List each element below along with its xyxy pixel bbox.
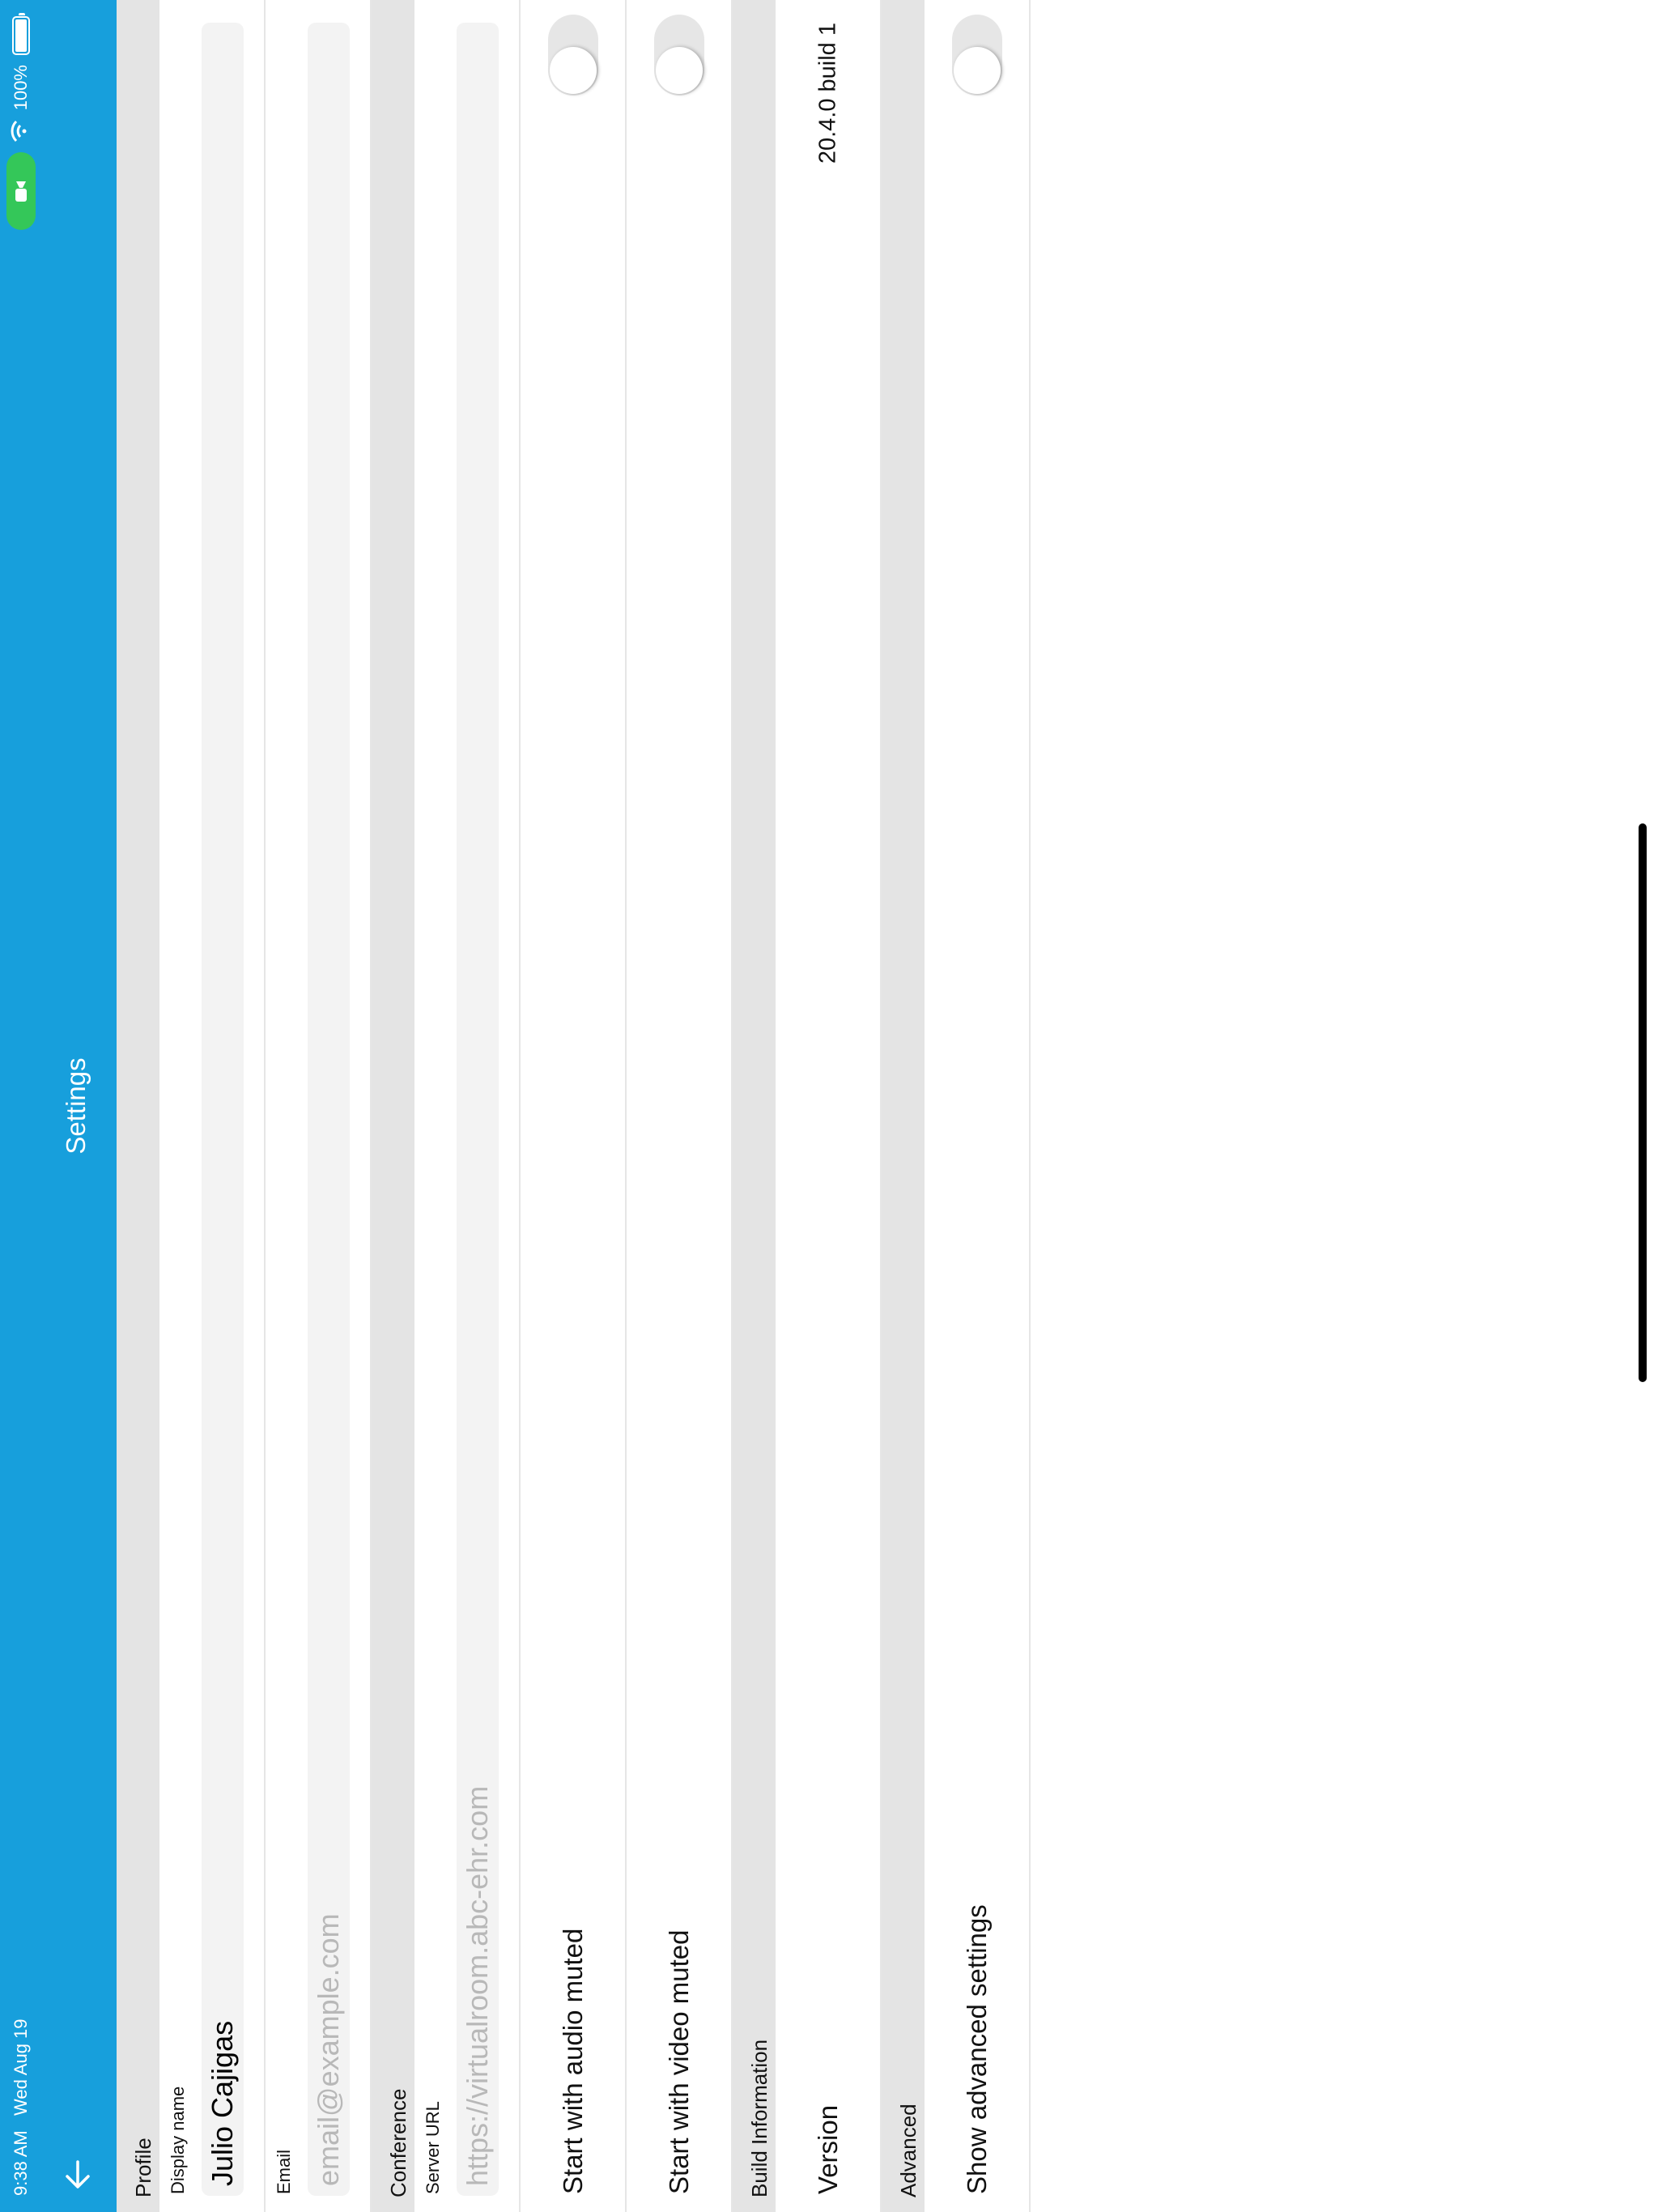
toggle-knob [549, 47, 597, 94]
section-header-build-information: Build Information [733, 0, 776, 2212]
version-row: Version 20.4.0 build 1 [776, 0, 882, 2212]
section-header-profile: Profile [117, 0, 159, 2212]
version-value: 20.4.0 build 1 [814, 23, 840, 164]
settings-list: Profile Display name Email Conference Se… [117, 0, 1031, 2212]
audio-muted-label: Start with audio muted [557, 1928, 588, 2194]
server-url-row: Server URL [414, 0, 521, 2212]
settings-screen: 9:38 AM Wed Aug 19 100% Settings Profile… [0, 0, 1658, 2212]
home-indicator[interactable] [1639, 823, 1647, 1382]
navigation-bar: Settings [39, 0, 117, 2212]
display-name-row: Display name [159, 0, 266, 2212]
show-advanced-row: Show advanced settings [925, 0, 1031, 2212]
video-muted-toggle[interactable] [653, 15, 704, 96]
video-camera-icon [6, 152, 36, 231]
video-muted-label: Start with video muted [663, 1929, 694, 2195]
status-date-text: Wed Aug 19 [11, 2018, 31, 2116]
section-header-conference: Conference [372, 0, 414, 2212]
server-url-input[interactable] [457, 23, 499, 2196]
email-label: Email [274, 2149, 294, 2194]
audio-muted-toggle[interactable] [547, 15, 598, 96]
status-bar: 9:38 AM Wed Aug 19 100% [0, 0, 39, 2212]
toggle-knob [953, 47, 1001, 94]
video-muted-row: Start with video muted [627, 0, 733, 2212]
wifi-icon [10, 120, 32, 143]
display-name-input[interactable] [202, 23, 244, 2196]
status-right: 100% [6, 16, 36, 231]
toggle-knob [655, 47, 703, 94]
email-row: Email [266, 0, 372, 2212]
show-advanced-label: Show advanced settings [961, 1904, 992, 2194]
page-title: Settings [61, 1057, 91, 1155]
battery-icon [12, 16, 30, 55]
status-time: 9:38 AM Wed Aug 19 [11, 2018, 32, 2196]
version-label: Version [812, 2104, 843, 2194]
audio-muted-row: Start with audio muted [521, 0, 627, 2212]
battery-percent: 100% [11, 65, 31, 111]
server-url-label: Server URL [423, 2101, 443, 2194]
display-name-label: Display name [168, 2086, 188, 2194]
status-time-text: 9:38 AM [11, 2130, 31, 2196]
show-advanced-toggle[interactable] [951, 15, 1002, 96]
section-header-advanced: Advanced [882, 0, 925, 2212]
email-input[interactable] [308, 23, 350, 2196]
